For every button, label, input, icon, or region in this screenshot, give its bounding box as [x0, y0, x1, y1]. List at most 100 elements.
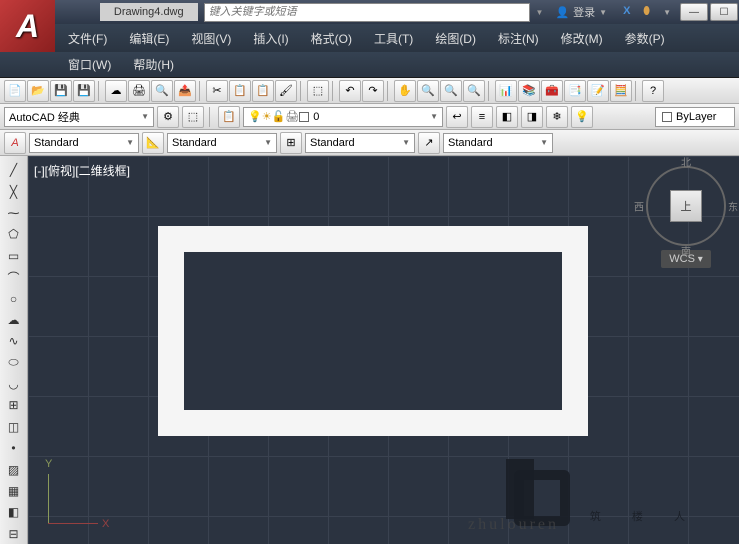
- ellipse-button[interactable]: ⬭: [3, 353, 25, 373]
- region-button[interactable]: ◧: [3, 502, 25, 522]
- hatch-button[interactable]: ▨: [3, 459, 25, 479]
- toolpalette-button[interactable]: 🧰: [541, 80, 563, 102]
- line-button[interactable]: ╱: [3, 160, 25, 180]
- document-tab[interactable]: Drawing4.dwg: [100, 3, 198, 21]
- layer-match-button[interactable]: ≡: [471, 106, 493, 128]
- xline-button[interactable]: ╳: [3, 181, 25, 201]
- chevron-down-icon: ▼: [402, 138, 410, 147]
- workspace-save-button[interactable]: ⬚: [182, 106, 204, 128]
- matchprop-button[interactable]: 🖌: [275, 80, 297, 102]
- layer-selector[interactable]: 💡 ☀ 🔓 🖨 0 ▼: [243, 107, 443, 127]
- drawing-canvas[interactable]: [-][俯视][二维线框] Y X 北 南 东 西 上 WCS ▾ 筑 楼 人 …: [28, 156, 739, 544]
- table-button[interactable]: ⊟: [3, 524, 25, 544]
- menu-draw[interactable]: 绘图(D): [425, 26, 486, 51]
- menu-window[interactable]: 窗口(W): [58, 52, 121, 77]
- revcloud-button[interactable]: ☁: [3, 310, 25, 330]
- login-button[interactable]: 👤 登录 ▼: [547, 4, 615, 20]
- workspace-selector[interactable]: AutoCAD 经典 ▼: [4, 107, 154, 127]
- layer-prev-button[interactable]: ↩: [446, 106, 468, 128]
- viewcube-compass[interactable]: 北 南 东 西 上: [646, 166, 726, 246]
- menu-file[interactable]: 文件(F): [58, 26, 117, 51]
- redo-button[interactable]: ↷: [362, 80, 384, 102]
- insert-button[interactable]: ⊞: [3, 395, 25, 415]
- preview-button[interactable]: 🔍: [151, 80, 173, 102]
- rectangle-button[interactable]: ▭: [3, 246, 25, 266]
- layer-freeze-button[interactable]: ❄: [546, 106, 568, 128]
- search-input[interactable]: [204, 3, 530, 22]
- help-button[interactable]: ?: [642, 80, 664, 102]
- new-button[interactable]: 📄: [4, 80, 26, 102]
- pline-button[interactable]: ⁓: [3, 203, 25, 223]
- viewport-label[interactable]: [-][俯视][二维线框]: [34, 162, 130, 179]
- mleaderstyle-selector[interactable]: Standard ▼: [443, 133, 553, 153]
- saveas-button[interactable]: 💾: [73, 80, 95, 102]
- zoom-button[interactable]: 🔍: [417, 80, 439, 102]
- maximize-button[interactable]: ☐: [710, 3, 738, 21]
- workspace-settings-button[interactable]: ⚙: [157, 106, 179, 128]
- dimstyle-icon[interactable]: 📐: [142, 132, 164, 154]
- viewcube-north[interactable]: 北: [681, 156, 691, 169]
- watermark-logo-icon: [500, 454, 570, 524]
- gradient-button[interactable]: ▦: [3, 481, 25, 501]
- app-logo[interactable]: A: [0, 0, 55, 52]
- arc-button[interactable]: ⌒: [3, 267, 25, 287]
- menu-modify[interactable]: 修改(M): [551, 26, 613, 51]
- menu-help[interactable]: 帮助(H): [123, 52, 184, 77]
- layer-iso-button[interactable]: ◧: [496, 106, 518, 128]
- calc-button[interactable]: 🧮: [610, 80, 632, 102]
- exchange-icon[interactable]: Χ: [623, 5, 637, 19]
- polygon-button[interactable]: ⬠: [3, 224, 25, 244]
- menu-format[interactable]: 格式(O): [301, 26, 362, 51]
- pan-button[interactable]: ✋: [394, 80, 416, 102]
- menu-edit[interactable]: 编辑(E): [119, 26, 179, 51]
- layer-uniso-button[interactable]: ◨: [521, 106, 543, 128]
- zoomprev-button[interactable]: 🔍: [463, 80, 485, 102]
- sheetset-button[interactable]: 📑: [564, 80, 586, 102]
- zoomwin-button[interactable]: 🔍: [440, 80, 462, 102]
- tablestyle-icon[interactable]: ⊞: [280, 132, 302, 154]
- menu-dimension[interactable]: 标注(N): [488, 26, 549, 51]
- menu-parametric[interactable]: 参数(P): [615, 26, 675, 51]
- block-button[interactable]: ◫: [3, 417, 25, 437]
- designcenter-button[interactable]: 📚: [518, 80, 540, 102]
- publish-button[interactable]: 📤: [174, 80, 196, 102]
- dimstyle-selector[interactable]: Standard ▼: [167, 133, 277, 153]
- viewcube-south[interactable]: 南: [681, 243, 691, 258]
- drawing-rectangle-inner[interactable]: [184, 252, 562, 410]
- block-button[interactable]: ⬚: [307, 80, 329, 102]
- viewcube-top[interactable]: 上: [670, 190, 702, 222]
- viewcube[interactable]: 北 南 东 西 上 WCS ▾: [641, 166, 731, 276]
- color-selector[interactable]: ByLayer: [655, 107, 735, 127]
- properties-button[interactable]: 📊: [495, 80, 517, 102]
- viewcube-east[interactable]: 东: [728, 199, 738, 214]
- cloud-button[interactable]: ☁: [105, 80, 127, 102]
- search-chevron-icon[interactable]: ▼: [536, 8, 544, 17]
- textstyle-icon[interactable]: A: [4, 132, 26, 154]
- menu-insert[interactable]: 插入(I): [243, 26, 298, 51]
- mleaderstyle-icon[interactable]: ↗: [418, 132, 440, 154]
- textstyle-selector[interactable]: Standard ▼: [29, 133, 139, 153]
- markup-button[interactable]: 📝: [587, 80, 609, 102]
- menu-tools[interactable]: 工具(T): [364, 26, 423, 51]
- open-button[interactable]: 📂: [27, 80, 49, 102]
- tablestyle-selector[interactable]: Standard ▼: [305, 133, 415, 153]
- plot-button[interactable]: 🖨: [128, 80, 150, 102]
- undo-button[interactable]: ↶: [339, 80, 361, 102]
- save-button[interactable]: 💾: [50, 80, 72, 102]
- cut-button[interactable]: ✂: [206, 80, 228, 102]
- menu-view[interactable]: 视图(V): [181, 26, 241, 51]
- textstyle-label: Standard: [34, 137, 79, 149]
- ext-chevron-icon[interactable]: ▼: [663, 8, 671, 17]
- minimize-button[interactable]: —: [680, 3, 708, 21]
- keepsafe-icon[interactable]: ⬮: [643, 5, 657, 19]
- copy-button[interactable]: 📋: [229, 80, 251, 102]
- viewcube-west[interactable]: 西: [634, 199, 644, 214]
- ellipsearc-button[interactable]: ◡: [3, 374, 25, 394]
- layer-off-button[interactable]: 💡: [571, 106, 593, 128]
- spline-button[interactable]: ∿: [3, 331, 25, 351]
- menubar-row2: 窗口(W) 帮助(H): [0, 52, 739, 78]
- point-button[interactable]: •: [3, 438, 25, 458]
- layer-props-button[interactable]: 📋: [218, 106, 240, 128]
- circle-button[interactable]: ○: [3, 288, 25, 308]
- paste-button[interactable]: 📋: [252, 80, 274, 102]
